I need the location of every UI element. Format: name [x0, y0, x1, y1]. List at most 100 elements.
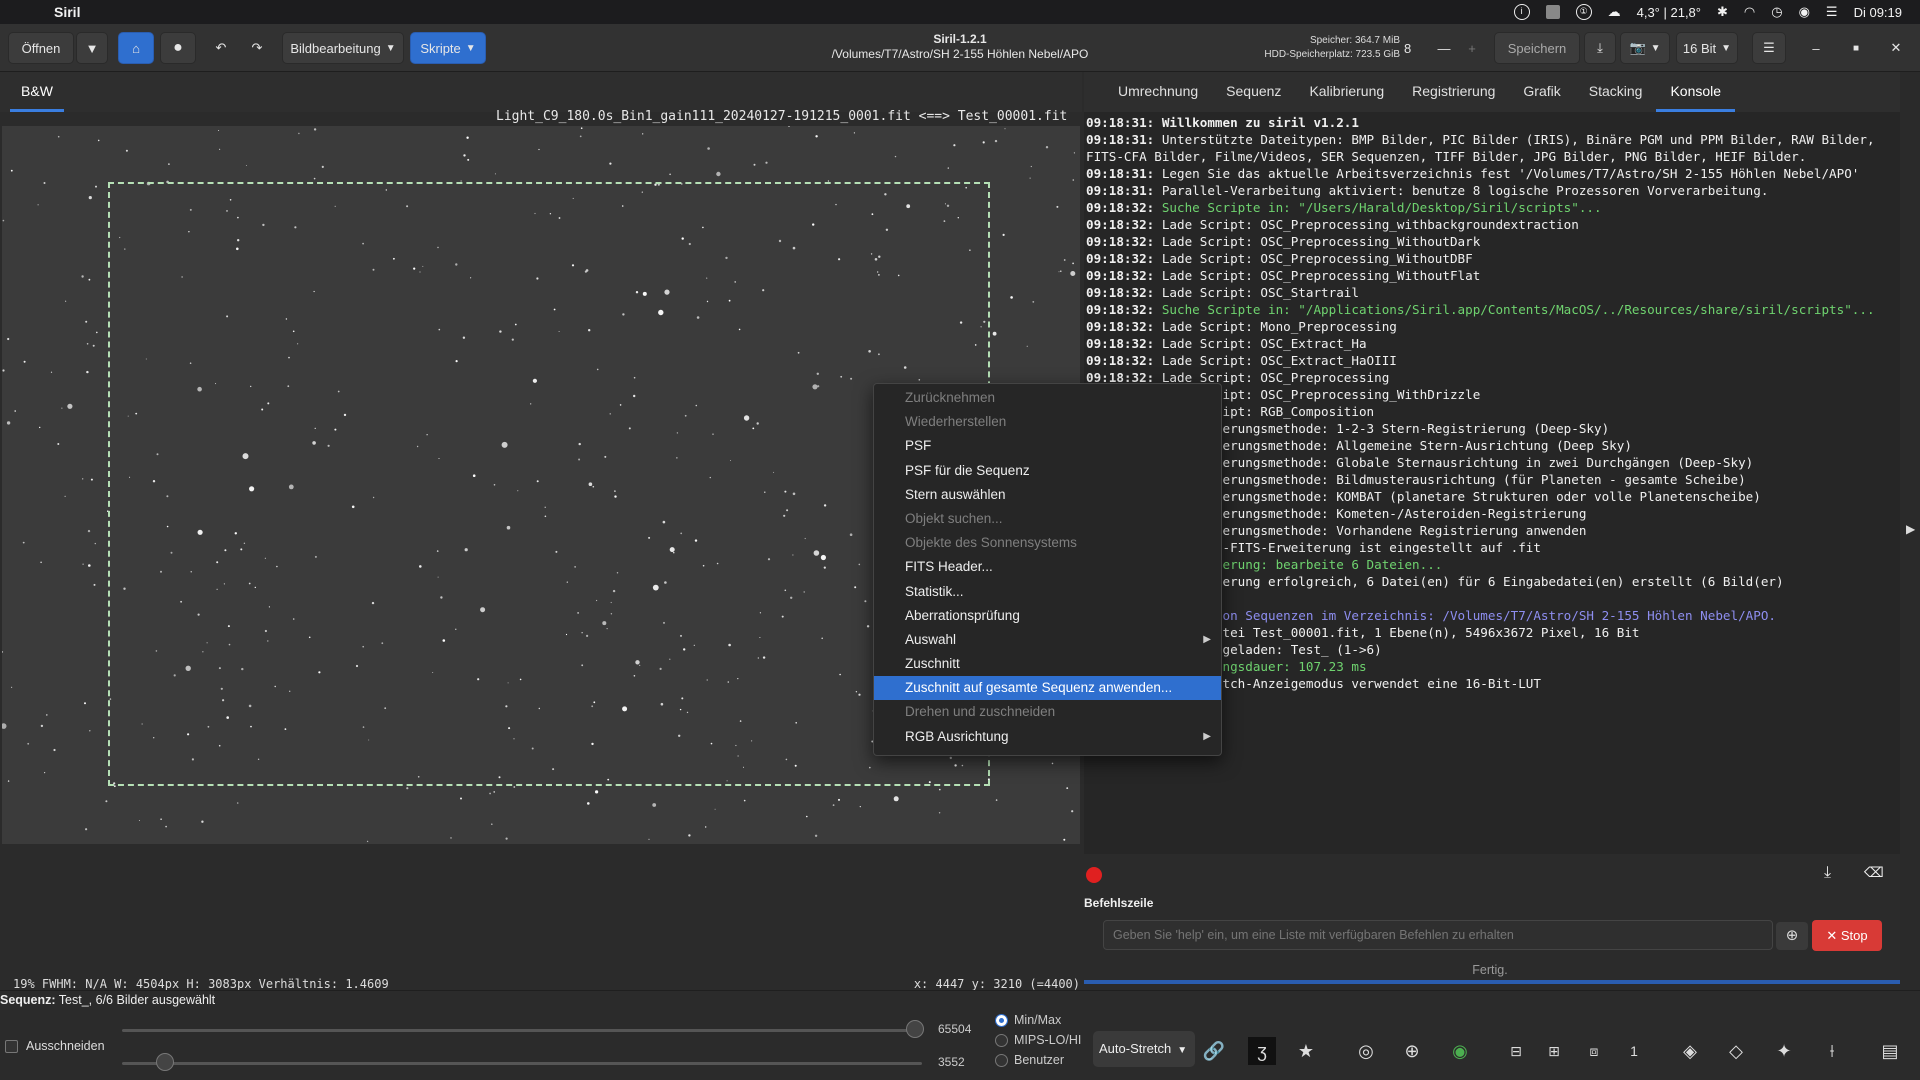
weather-icon[interactable]: ☁: [1608, 4, 1621, 20]
link-icon[interactable]: 🔗: [1200, 1037, 1228, 1065]
wifi-icon[interactable]: ◠: [1744, 4, 1755, 20]
star: [2, 723, 7, 729]
star: [466, 136, 469, 139]
menu-item: Objekte des Sonnensystems: [874, 531, 1221, 555]
menu-item[interactable]: Zuschnitt: [874, 652, 1221, 676]
globe-icon[interactable]: ⊕: [1398, 1037, 1426, 1065]
console-message: Suchen von Sequenzen im Verzeichnis: /Vo…: [1154, 608, 1776, 623]
tab-bw[interactable]: B&W: [10, 72, 64, 112]
radio-minmax[interactable]: Min/Max: [995, 1013, 1061, 1027]
zoom-one-icon[interactable]: 1: [1620, 1037, 1648, 1065]
radio-mips[interactable]: MIPS-LO/HI: [995, 1033, 1081, 1047]
info-icon[interactable]: i: [1513, 4, 1530, 20]
zoom-in-icon[interactable]: ⊞: [1540, 1037, 1568, 1065]
user-icon[interactable]: ◉: [1799, 4, 1810, 20]
camera-icon: 📷: [1629, 40, 1646, 55]
target-icon[interactable]: ◉: [1446, 1037, 1474, 1065]
menu-item[interactable]: Zuschnitt auf gesamte Sequenz anwenden..…: [874, 676, 1221, 701]
menu-extra-icon[interactable]: [1545, 5, 1560, 19]
autostretch-icon[interactable]: ʒ: [1248, 1037, 1276, 1065]
threads-value[interactable]: 8: [1404, 32, 1430, 64]
main-menu-button[interactable]: ☰: [1752, 32, 1786, 64]
snapshot-button[interactable]: 📷 ▼: [1620, 32, 1670, 64]
console-line: 09:18:32: Lade Script: OSC_Preprocessing…: [1086, 267, 1900, 284]
bit-depth-menu[interactable]: 16 Bit ▼: [1676, 32, 1738, 64]
menu-item[interactable]: Aberrationsprüfung: [874, 604, 1221, 628]
star: [43, 182, 46, 184]
menu-item[interactable]: PSF: [874, 434, 1221, 458]
live-stacking-button[interactable]: ●: [160, 32, 196, 64]
star: [6, 421, 11, 425]
menu-item[interactable]: Statistik...: [874, 580, 1221, 604]
radio-label: Min/Max: [1014, 1013, 1062, 1027]
cut-checkbox[interactable]: Ausschneiden: [5, 1039, 105, 1053]
low-slider-knob[interactable]: [156, 1053, 174, 1071]
menu-item[interactable]: PSF für die Sequenz: [874, 459, 1221, 483]
menu-item[interactable]: Stern auswählen: [874, 483, 1221, 507]
tab-umrechnung[interactable]: Umrechnung: [1104, 72, 1212, 112]
star: [463, 154, 466, 157]
time-machine-icon[interactable]: ◷: [1771, 4, 1782, 20]
layers-icon[interactable]: ▤: [1876, 1037, 1904, 1065]
open-button[interactable]: Öffnen: [8, 32, 74, 64]
redo-button[interactable]: ↷: [240, 32, 274, 64]
high-slider-track[interactable]: [122, 1029, 922, 1032]
blue-channel-icon[interactable]: ◇: [1722, 1037, 1750, 1065]
clock[interactable]: Di 09:19: [1854, 5, 1902, 20]
undo-button[interactable]: ↶: [204, 32, 238, 64]
display-mode-select[interactable]: Auto-Stretch ▼: [1093, 1031, 1195, 1067]
star: [707, 147, 710, 150]
star: [994, 139, 998, 143]
save-button[interactable]: Speichern: [1494, 32, 1580, 64]
rgb-composite-icon[interactable]: ⟊: [1818, 1037, 1846, 1065]
star: [1026, 345, 1028, 347]
command-input[interactable]: [1103, 920, 1773, 950]
clear-log-icon[interactable]: ⌫: [1864, 864, 1884, 881]
command-help-button[interactable]: ⊕: [1776, 922, 1808, 950]
star: [65, 300, 67, 302]
console-timestamp: 09:18:32:: [1086, 217, 1155, 232]
record-icon[interactable]: [1086, 867, 1102, 883]
selection-rectangle[interactable]: [108, 182, 990, 786]
low-slider-track[interactable]: [122, 1062, 922, 1065]
home-button[interactable]: ⌂: [118, 32, 154, 64]
image-processing-menu[interactable]: Bildbearbeitung ▼: [282, 32, 404, 64]
toolbar: Öffnen ▼ ⌂ ● ↶ ↷ Bildbearbeitung ▼ Skript…: [0, 24, 1920, 72]
recent-files-button[interactable]: ▼: [76, 32, 108, 64]
control-center-icon[interactable]: ☰: [1826, 4, 1838, 20]
scripts-menu[interactable]: Skripte ▼: [410, 32, 486, 64]
maximize-button[interactable]: ■: [1842, 32, 1870, 64]
annotate-icon[interactable]: ◎: [1352, 1037, 1380, 1065]
save-as-button[interactable]: ⤓: [1584, 32, 1616, 64]
tab-grafik[interactable]: Grafik: [1509, 72, 1574, 112]
menu-item[interactable]: FITS Header...: [874, 555, 1221, 579]
stop-button[interactable]: ✕ Stop: [1812, 920, 1882, 951]
panel-collapse-bar[interactable]: ▶: [1900, 72, 1920, 990]
tab-sequenz[interactable]: Sequenz: [1212, 72, 1295, 112]
menu-item[interactable]: Auswahl ▶: [874, 628, 1221, 652]
star-icon[interactable]: ★: [1292, 1037, 1320, 1065]
threads-decrement[interactable]: —: [1432, 32, 1456, 64]
green-channel-icon[interactable]: ◈: [1676, 1037, 1704, 1065]
onepassword-icon[interactable]: ①: [1575, 4, 1592, 20]
menu-item: Zurücknehmen: [874, 386, 1221, 410]
star: [87, 529, 91, 533]
weather-readout[interactable]: 4,3° | 21,8°: [1637, 5, 1701, 20]
app-name[interactable]: Siril: [54, 4, 80, 20]
zoom-out-icon[interactable]: ⊟: [1502, 1037, 1530, 1065]
rgb-channel-icon[interactable]: ✦: [1770, 1037, 1798, 1065]
tab-konsole[interactable]: Konsole: [1656, 72, 1736, 112]
minimize-button[interactable]: –: [1802, 32, 1830, 64]
bluetooth-icon[interactable]: ✱: [1717, 4, 1728, 20]
disk-space: HDD-Speicherplatz: 723.5 GiB: [1264, 49, 1400, 60]
radio-user[interactable]: Benutzer: [995, 1053, 1064, 1067]
high-slider-knob[interactable]: [906, 1020, 924, 1038]
tab-stacking[interactable]: Stacking: [1575, 72, 1657, 112]
zoom-fit-icon[interactable]: ⧈: [1580, 1037, 1608, 1065]
tab-kalibrierung[interactable]: Kalibrierung: [1295, 72, 1398, 112]
threads-increment[interactable]: +: [1460, 32, 1484, 64]
menu-item[interactable]: RGB Ausrichtung ▶: [874, 725, 1221, 749]
tab-registrierung[interactable]: Registrierung: [1398, 72, 1509, 112]
save-log-icon[interactable]: ⤓: [1824, 864, 1831, 882]
close-button[interactable]: ✕: [1882, 32, 1910, 64]
